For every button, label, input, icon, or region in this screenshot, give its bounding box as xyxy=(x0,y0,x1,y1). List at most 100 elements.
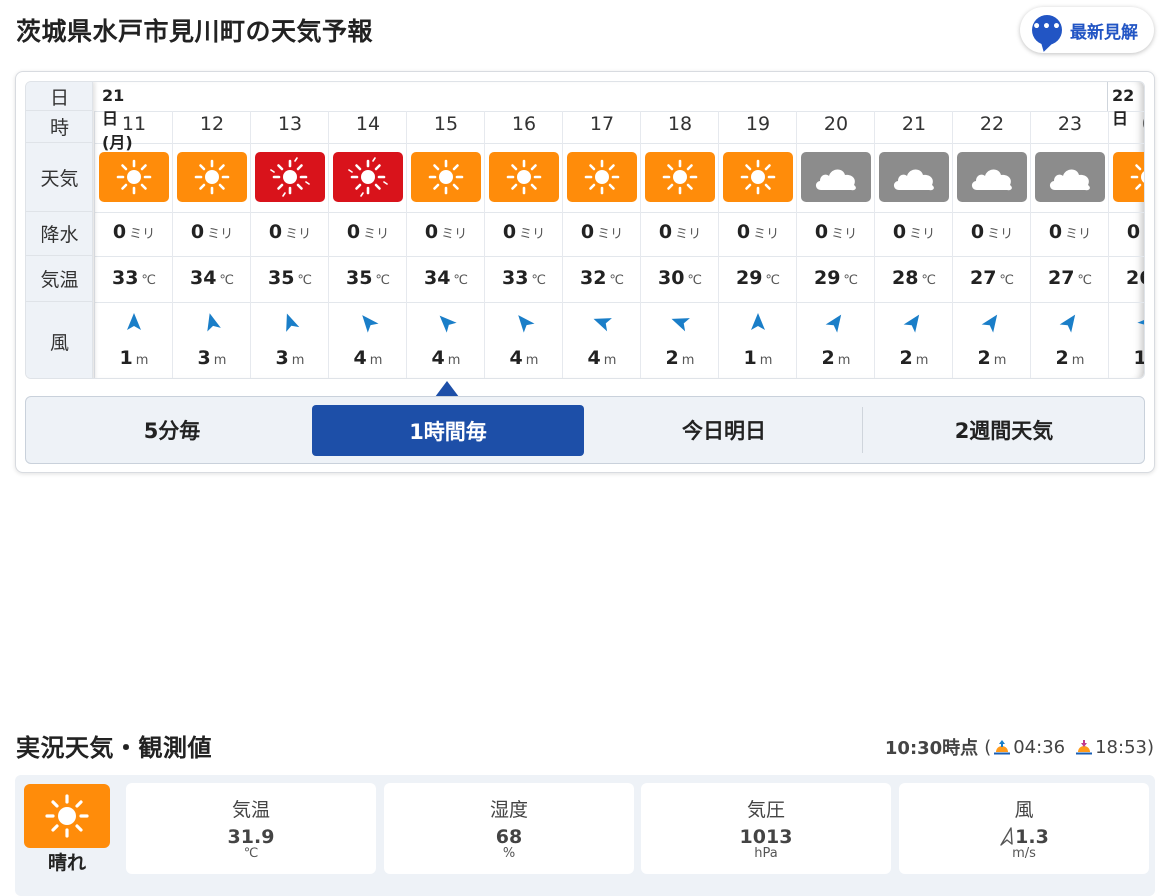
hourly-forecast-table[interactable]: 日 時 天気 降水 気温 風 21日(月) 22日 11 0 ミリ 33 ℃ 1 m 12 0 ミ… xyxy=(25,81,1145,379)
wind-speed-value: 2m xyxy=(977,347,1007,369)
obs-wind: 風 1.3 m/s xyxy=(899,783,1149,874)
wind-speed-value: 2m xyxy=(665,347,695,369)
precip-value: 0ミリ xyxy=(892,221,936,243)
hour-label: 22 xyxy=(979,113,1005,135)
weather-tile xyxy=(957,152,1027,202)
precip-value: 0ミリ xyxy=(424,221,468,243)
observation-meta: 10:30時点 ( 04:36 18:53 ) xyxy=(885,734,1154,760)
weather-tile xyxy=(723,152,793,202)
weather-tile xyxy=(411,152,481,202)
precip-value: 0ミリ xyxy=(814,221,858,243)
weather-tile xyxy=(1035,152,1105,202)
hour-label: 19 xyxy=(745,113,771,135)
precip-value: 0ミリ xyxy=(970,221,1014,243)
tab-divider xyxy=(862,407,863,453)
temperature-value: 27 ℃ xyxy=(1047,267,1093,289)
obs-pressure-name: 気圧 xyxy=(746,799,785,821)
sun-icon xyxy=(662,159,698,195)
wind-speed-value: 4m xyxy=(587,347,617,369)
sun-icon xyxy=(1130,164,1144,190)
cloud-icon xyxy=(893,169,934,191)
obs-wind-value-row: 1.3 xyxy=(899,826,1149,848)
hour-column: 16 0 ミリ 33 ℃ 4 m xyxy=(484,111,562,378)
hour-column: 12 0 ミリ 34 ℃ 3 m xyxy=(172,111,250,378)
wind-speed-value: 4m xyxy=(431,347,461,369)
weather-tile xyxy=(99,152,169,202)
wind-speed-value: 1m xyxy=(1109,347,1144,369)
tab-2weeks[interactable]: 2週間天気 xyxy=(864,397,1144,463)
sun-icon xyxy=(740,159,776,195)
tab-hourly[interactable]: 1時間毎 xyxy=(312,405,584,456)
sun-icon xyxy=(194,159,230,195)
wind-arrow-icon xyxy=(593,318,612,332)
wind-arrow-icon xyxy=(439,315,457,333)
tab-5min[interactable]: 5分毎 xyxy=(34,397,310,463)
sunrise-icon xyxy=(994,740,1011,755)
wind-speed-value: 4m xyxy=(353,347,383,369)
hour-column: 19 0 ミリ 29 ℃ 1 m xyxy=(718,111,796,378)
sun-icon xyxy=(584,159,620,195)
temperature-value: 27 ℃ xyxy=(969,267,1015,289)
obs-temperature-unit: ℃ xyxy=(243,846,259,861)
precip-value: 0ミリ xyxy=(268,221,312,243)
obs-wind-name: 風 xyxy=(1014,799,1034,821)
hour-label: 0 xyxy=(1109,113,1144,135)
tab-today-tomorrow[interactable]: 今日明日 xyxy=(586,397,862,463)
row-label-weather: 天気 xyxy=(26,143,93,212)
temperature-value: 26℃ xyxy=(1125,267,1144,289)
sunset-icon xyxy=(1076,740,1093,755)
hour-label: 18 xyxy=(667,113,693,135)
temperature-value: 33 ℃ xyxy=(111,267,157,289)
wind-arrow-icon xyxy=(825,314,842,333)
obs-humidity-name: 湿度 xyxy=(489,799,528,821)
hour-column: 13 0 ミリ 35 ℃ 3 m xyxy=(250,111,328,378)
temperature-value: 32 ℃ xyxy=(579,267,625,289)
sun-icon xyxy=(116,159,152,195)
hour-label: 23 xyxy=(1057,113,1083,135)
sun-icon xyxy=(45,794,89,838)
observation-title: 実況天気・観測値 xyxy=(16,734,212,762)
hour-column: 17 0 ミリ 32 ℃ 4 m xyxy=(562,111,640,378)
cloud-icon xyxy=(1049,169,1090,191)
cloud-icon xyxy=(815,169,856,191)
precip-value: 0ミリ xyxy=(346,221,390,243)
obs-humidity-value: 68 xyxy=(495,826,523,848)
row-label-hour: 時 xyxy=(26,111,93,143)
wind-speed-value: 2m xyxy=(1055,347,1085,369)
hour-label: 20 xyxy=(823,113,849,135)
latest-view-button[interactable]: ••• 最新見解 xyxy=(1020,7,1154,53)
hour-label: 17 xyxy=(589,113,615,135)
hot-sun-icon xyxy=(270,157,310,197)
wind-speed-value: 3m xyxy=(197,347,227,369)
weather-tile xyxy=(177,152,247,202)
weather-tile xyxy=(645,152,715,202)
hour-column: 0 0ミリ 26℃ 1m xyxy=(1108,111,1144,378)
temperature-value: 29 ℃ xyxy=(735,267,781,289)
hour-column: 15 0 ミリ 34 ℃ 4 m xyxy=(406,111,484,378)
wind-arrow-icon xyxy=(127,313,141,330)
cloud-icon xyxy=(971,169,1012,191)
hot-sun-icon xyxy=(348,157,388,197)
current-weather-label: 晴れ xyxy=(47,852,86,874)
active-tab-pointer xyxy=(435,381,459,397)
wind-arrow-icon xyxy=(981,314,998,333)
hour-column: 22 0 ミリ 27 ℃ 2 m xyxy=(952,111,1030,378)
wind-arrow-icon xyxy=(207,313,221,332)
obs-temperature-name: 気温 xyxy=(231,799,270,821)
hour-label: 16 xyxy=(511,113,537,135)
hour-column: 11 0 ミリ 33 ℃ 1 m xyxy=(94,111,172,378)
wind-direction-icon xyxy=(1000,827,1013,846)
temperature-value: 35 ℃ xyxy=(267,267,313,289)
wind-arrow-icon xyxy=(903,314,920,333)
obs-humidity-unit: % xyxy=(502,846,516,861)
wind-arrow-icon xyxy=(1059,314,1076,333)
temperature-value: 29 ℃ xyxy=(813,267,859,289)
weather-tile xyxy=(333,152,403,202)
weather-tile xyxy=(879,152,949,202)
wind-speed-value: 4m xyxy=(509,347,539,369)
hour-label: 12 xyxy=(199,113,225,135)
latest-view-label: 最新見解 xyxy=(1070,22,1138,43)
hour-label: 21 xyxy=(901,113,927,135)
row-label-temp: 気温 xyxy=(26,256,93,302)
sunset-time: 18:53 xyxy=(1095,736,1147,758)
